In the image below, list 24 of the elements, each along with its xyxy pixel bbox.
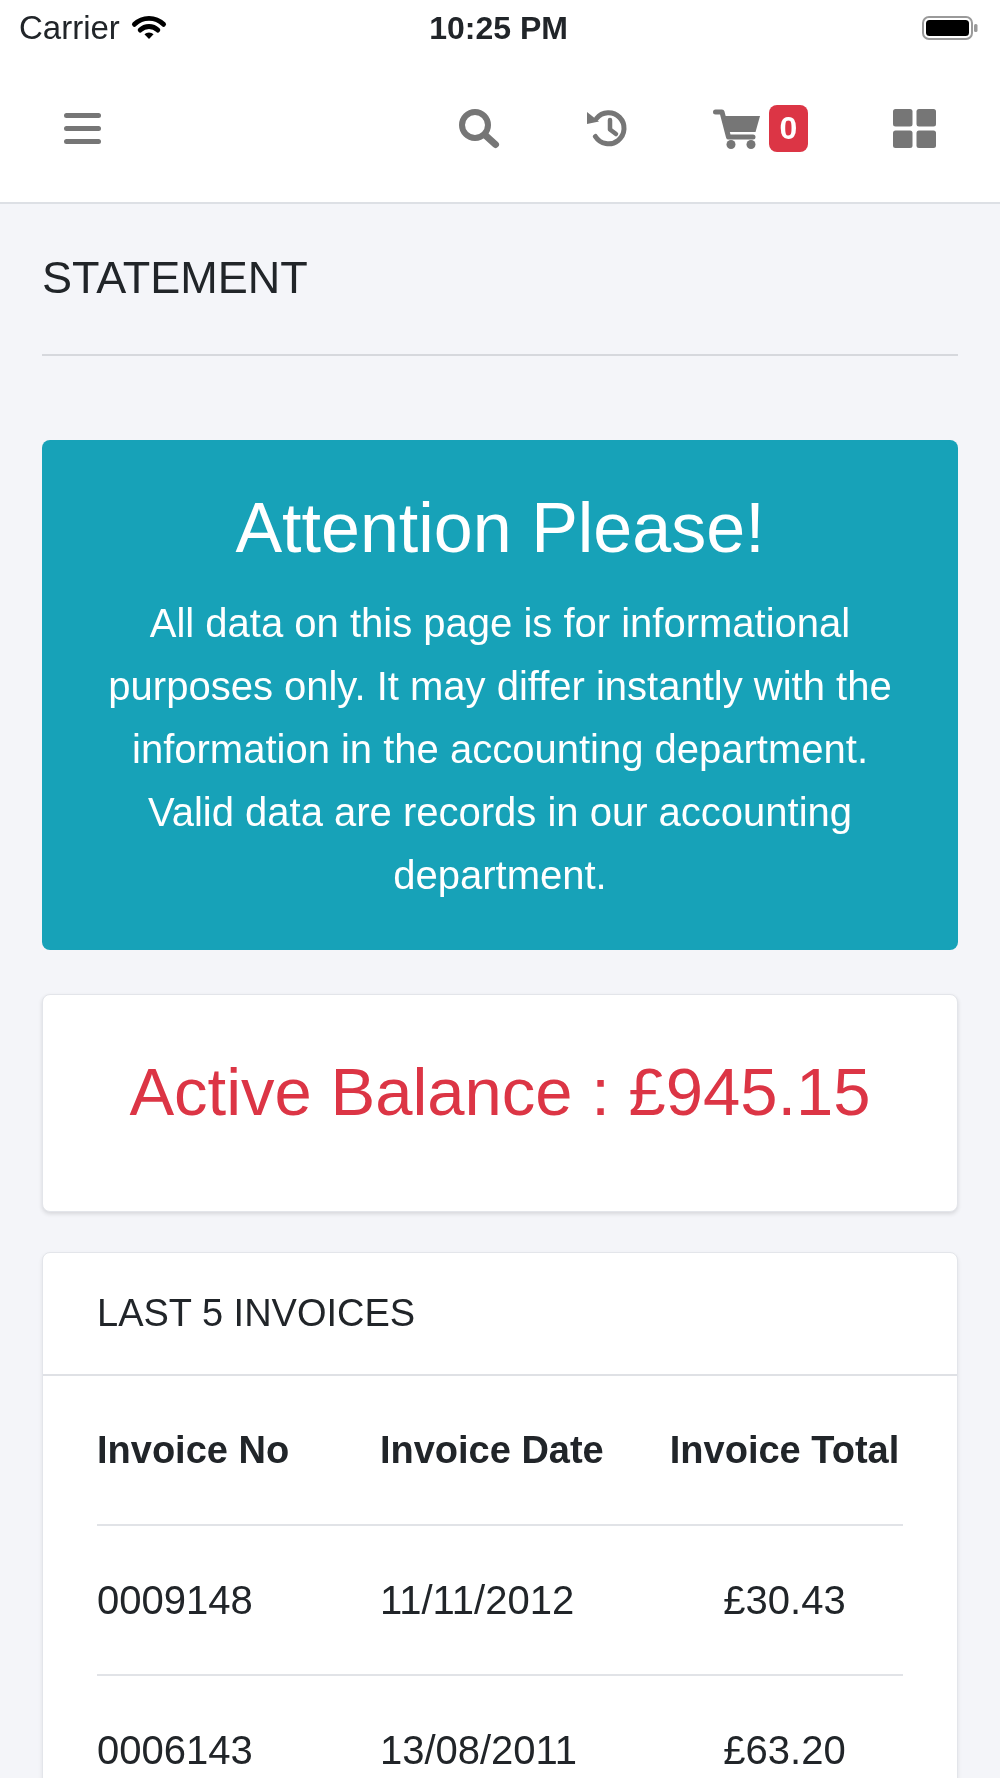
battery-icon [922, 15, 978, 40]
table-cell: 11/11/2012 [379, 1525, 666, 1675]
table-cell: £30.43 [666, 1525, 903, 1675]
invoices-title: LAST 5 INVOICES [97, 1291, 417, 1336]
table-cell: 13/08/2011 [379, 1675, 666, 1778]
carrier-name: Carrier [19, 11, 120, 44]
table-cell: £63.20 [666, 1675, 903, 1778]
table-cell: 0006143 [97, 1675, 380, 1778]
cart-count-badge: 0 [769, 105, 808, 152]
column-header: Invoice Date [379, 1376, 666, 1525]
column-header: Invoice No [97, 1376, 380, 1525]
menu-icon[interactable] [64, 113, 101, 144]
active-balance-text: Active Balance : £945.15 [128, 1053, 872, 1131]
wifi-icon [129, 15, 168, 40]
cart-icon[interactable] [713, 107, 761, 150]
history-icon[interactable] [585, 109, 628, 148]
table-cell: 0009148 [97, 1525, 380, 1675]
column-header: Invoice Total [666, 1376, 903, 1525]
alert-message: All data on this page is for informational purposes only. It may differ instantly with the information in the accounting department. Valid data are records in our accounting department. [107, 600, 893, 899]
page-title: STATEMENT [42, 251, 309, 305]
clock-time: 10:25 PM [429, 10, 568, 46]
search-icon[interactable] [458, 108, 500, 149]
grid-icon[interactable] [893, 109, 936, 148]
alert-title: Attention Please! [234, 488, 766, 568]
